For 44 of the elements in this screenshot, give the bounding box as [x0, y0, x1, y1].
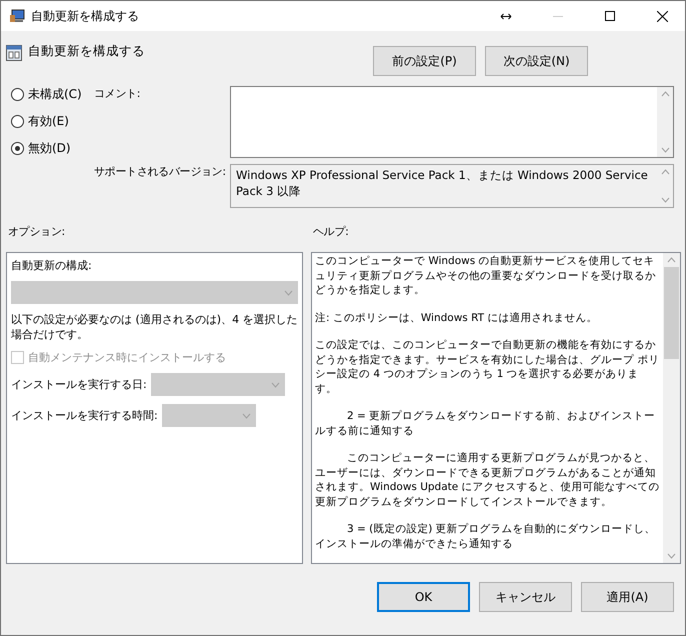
setting-title: 自動更新を構成する: [28, 43, 145, 60]
comment-field[interactable]: [230, 86, 674, 158]
caret-icon: [284, 290, 293, 296]
help-paragraph: 2 = 更新プログラムをダウンロードする前、およびインストールする前に通知する: [315, 409, 656, 438]
help-paragraph: このコンピューターで Windows の自動更新サービスを使用してセキュリティ更新プログラムやその他の重要なダウンロードを受け取るかどうかを指定します。: [315, 254, 657, 298]
scroll-down-icon: [660, 197, 670, 203]
state-radio-option[interactable]: 有効(E): [11, 113, 94, 130]
scroll-up-icon: [660, 91, 670, 97]
nav-button[interactable]: 次の設定(N): [485, 46, 588, 76]
help-paragraph: 注: このポリシーは、Windows RT には適用されません。: [315, 310, 598, 325]
nav-button[interactable]: 前の設定(P): [373, 46, 476, 76]
radio-circle[interactable]: [11, 88, 24, 101]
caret-icon: [270, 382, 280, 388]
help-label: ヘルプ:: [313, 224, 350, 239]
window-title: 自動更新を構成する: [31, 8, 140, 24]
scroll-up-icon: [660, 169, 670, 175]
policy-icon: [6, 45, 22, 61]
scroll-down-icon: [660, 147, 670, 153]
options-label: オプション:: [8, 224, 66, 239]
computer-icon: [9, 9, 25, 23]
maximize-icon[interactable]: [605, 11, 615, 21]
state-radio-option[interactable]: 無効(D): [11, 140, 94, 157]
help-paragraph: このコンピューターに適用する更新プログラムが見つかると、ユーザーには、ダウンロードできる更新プログラムがあることが通知されます。Windows Update にアクセスすると、使用可能なすべての更新プログラムをダウンロードしてインストールできます。: [315, 451, 660, 509]
help-paragraph: 3 = (既定の設定) 更新プログラムを自動的にダウンロードし、インストールの準備ができたら通知する: [315, 522, 657, 551]
radio-circle[interactable]: [11, 142, 24, 155]
close-icon[interactable]: [656, 10, 668, 22]
caret-icon: [242, 412, 251, 418]
scrollbar[interactable]: [663, 253, 680, 563]
option-note: 以下の設定が必要なのは (適用されるのは)、4 を選択した場合だけです。: [11, 312, 298, 342]
state-radio-option[interactable]: 未構成(C): [11, 86, 94, 103]
help-paragraph: この設定では、このコンピューターで自動更新の機能を有効にするかどうかを指定できます。サービスを有効にした場合は、グループ ポリシー設定の 4 つのオプションのうち 1 つを選択する必要があります。: [315, 338, 660, 396]
comment-label: コメント:: [94, 86, 142, 101]
resize-icon: [500, 12, 512, 20]
supported-label: サポートされるバージョン:: [94, 164, 227, 179]
radio-circle[interactable]: [11, 115, 24, 128]
dialog-button[interactable]: 適用(A): [581, 582, 674, 612]
scroll-down-icon: [667, 553, 676, 559]
dialog-button[interactable]: OK: [377, 582, 470, 612]
option-label: インストールを実行する日:: [11, 377, 147, 392]
scroll-up-icon: [667, 257, 676, 263]
option-label: 自動更新の構成:: [11, 258, 93, 273]
supported-versions-text: Windows XP Professional Service Pack 1、または Windows 2000 Service Pack 3 以降: [235, 167, 649, 200]
option-label: インストールを実行する時間:: [11, 408, 158, 423]
dialog-button[interactable]: キャンセル: [479, 582, 572, 612]
